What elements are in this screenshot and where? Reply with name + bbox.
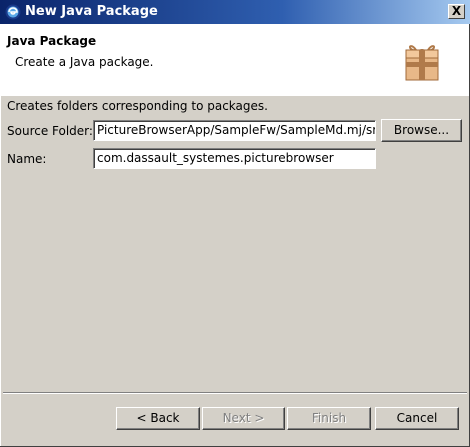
source-folder-input[interactable]: PictureBrowserApp/SampleFw/SampleMd.mj/s…: [93, 120, 376, 141]
new-java-package-dialog: New Java Package X Java Package Create a…: [0, 0, 470, 447]
name-label: Name:: [7, 152, 46, 166]
intro-text: Creates folders corresponding to package…: [7, 99, 268, 113]
footer-separator-highlight: [3, 393, 467, 394]
window-title: New Java Package: [25, 4, 158, 19]
banner-separator: [0, 95, 470, 96]
browse-button[interactable]: Browse...: [381, 119, 462, 142]
header-banner: Java Package Create a Java package.: [0, 24, 470, 96]
banner-title: Java Package: [7, 34, 97, 48]
banner-description: Create a Java package.: [15, 55, 154, 69]
finish-button[interactable]: Finish: [287, 407, 371, 430]
eclipse-icon: [5, 4, 21, 20]
source-folder-label: Source Folder:: [7, 124, 93, 138]
package-box-icon: [405, 45, 439, 81]
window-frame-left: [0, 24, 1, 447]
name-label-text: Name:: [7, 152, 47, 166]
close-button[interactable]: X: [448, 4, 465, 19]
back-button[interactable]: < Back: [116, 407, 200, 430]
name-input[interactable]: com.dassault_systemes.picturebrowser: [93, 148, 376, 169]
close-icon: X: [451, 4, 462, 18]
next-button[interactable]: Next >: [202, 407, 285, 430]
title-bar[interactable]: New Java Package X: [0, 0, 470, 24]
cancel-button[interactable]: Cancel: [375, 407, 459, 430]
source-folder-label-text: Source Folder:: [7, 124, 93, 138]
